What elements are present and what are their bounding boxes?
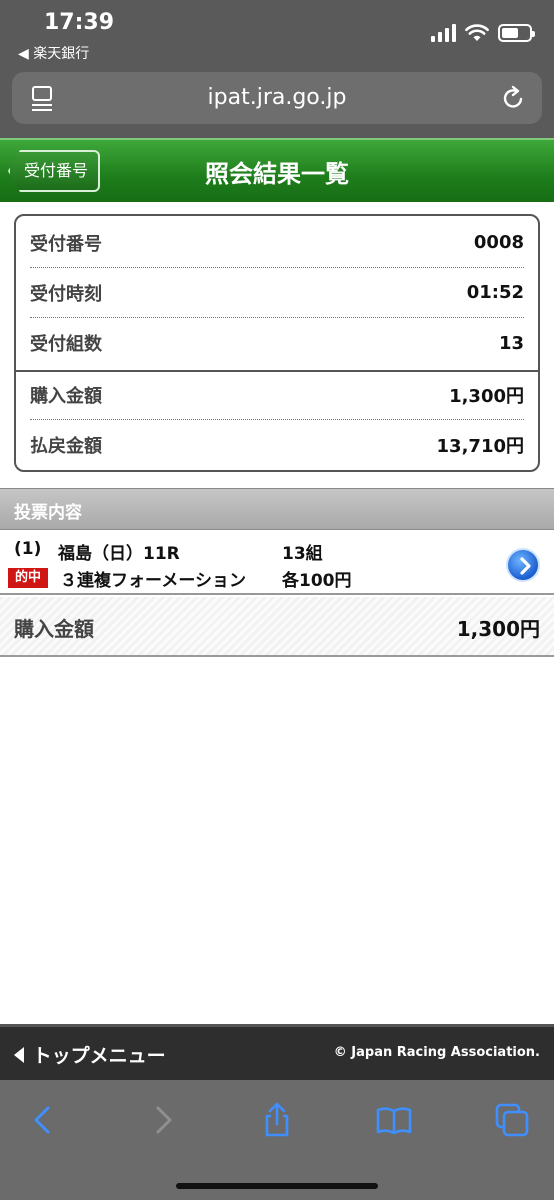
wifi-icon bbox=[465, 24, 489, 41]
bet-combos: 13組 bbox=[282, 544, 323, 564]
summary-label: 受付時刻 bbox=[30, 283, 102, 305]
copyright: © Japan Racing Association. bbox=[333, 1045, 540, 1060]
status-icons bbox=[431, 24, 535, 42]
summary-value: 01:52 bbox=[466, 282, 524, 303]
top-menu-label: トップメニュー bbox=[32, 1045, 166, 1067]
battery-icon bbox=[498, 24, 535, 42]
summary-label: 払戻金額 bbox=[30, 436, 102, 457]
bet-race: 福島（日）11R bbox=[58, 544, 180, 564]
section-title: 投票内容 bbox=[14, 503, 82, 523]
address-bar[interactable]: ipat.jra.go.jp bbox=[12, 72, 542, 124]
cellular-signal-icon bbox=[431, 24, 456, 42]
total-label: 購入金額 bbox=[14, 617, 94, 641]
summary-card: 受付番号 0008 受付時刻 01:52 受付組数 13 購入金額 1,300円… bbox=[14, 214, 540, 472]
section-header-votes: 投票内容 bbox=[0, 488, 554, 530]
site-footer: トップメニュー © Japan Racing Association. bbox=[0, 1024, 554, 1080]
back-to-app-link[interactable]: ◀ 楽天銀行 bbox=[18, 43, 89, 63]
share-icon[interactable] bbox=[259, 1102, 295, 1138]
back-icon[interactable] bbox=[26, 1102, 62, 1138]
top-menu-link[interactable]: トップメニュー bbox=[12, 1041, 166, 1068]
summary-label: 受付組数 bbox=[30, 334, 102, 355]
page-header: 受付番号 照会結果一覧 bbox=[0, 138, 554, 202]
status-time: 17:39 bbox=[44, 10, 115, 35]
triangle-left-icon bbox=[14, 1047, 24, 1063]
summary-value: 1,300円 bbox=[449, 385, 524, 407]
summary-label: 購入金額 bbox=[30, 385, 102, 407]
page-title: 照会結果一覧 bbox=[205, 160, 349, 188]
summary-row-payout-amount: 払戻金額 13,710円 bbox=[30, 420, 524, 470]
bet-row[interactable]: (1) 福島（日）11R 13組 的中 ３連複フォーメーション 各100円 bbox=[0, 531, 554, 595]
forward-icon[interactable] bbox=[144, 1102, 180, 1138]
summary-row-receipt-time: 受付時刻 01:52 bbox=[30, 268, 524, 318]
total-purchase-row: 購入金額 1,300円 bbox=[0, 597, 554, 657]
summary-row-combo-count: 受付組数 13 bbox=[30, 318, 524, 368]
browser-chrome-top: 17:39 ◀ 楽天銀行 ipat.jra.go.jp bbox=[0, 0, 554, 138]
reload-icon[interactable] bbox=[500, 85, 526, 111]
total-value: 1,300円 bbox=[456, 617, 540, 641]
summary-row-receipt-number: 受付番号 0008 bbox=[30, 218, 524, 268]
win-badge: 的中 bbox=[8, 568, 48, 588]
tabs-icon[interactable] bbox=[494, 1102, 530, 1138]
chevron-right-icon bbox=[520, 557, 531, 575]
bookmarks-icon[interactable] bbox=[376, 1102, 412, 1138]
home-indicator bbox=[176, 1183, 378, 1189]
summary-row-purchase-amount: 購入金額 1,300円 bbox=[30, 370, 524, 420]
bet-index: (1) bbox=[14, 539, 42, 559]
summary-label: 受付番号 bbox=[30, 233, 102, 255]
bet-unit: 各100円 bbox=[282, 571, 352, 591]
url-text: ipat.jra.go.jp bbox=[207, 85, 347, 110]
summary-value: 0008 bbox=[473, 232, 524, 253]
summary-value: 13,710円 bbox=[436, 436, 524, 457]
bet-type: ３連複フォーメーション bbox=[60, 571, 246, 591]
summary-value: 13 bbox=[498, 332, 524, 354]
detail-arrow-button[interactable] bbox=[506, 548, 540, 582]
browser-toolbar bbox=[0, 1080, 554, 1200]
